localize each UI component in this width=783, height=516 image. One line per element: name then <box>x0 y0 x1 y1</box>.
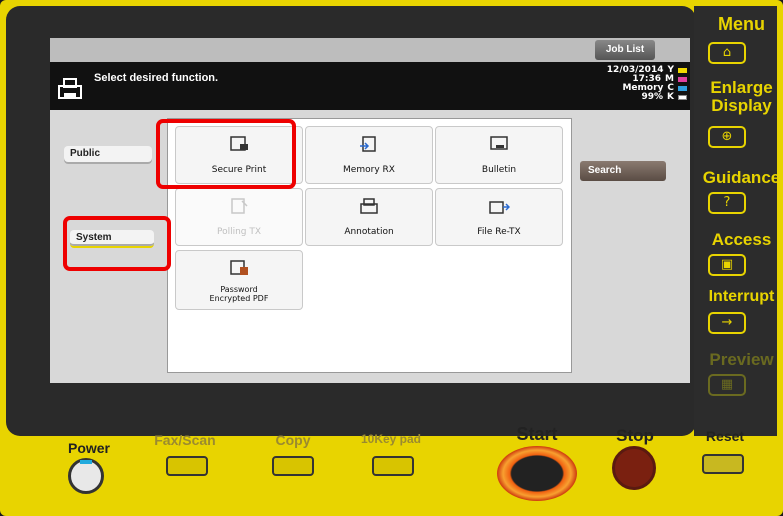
header-title: Select desired function. <box>94 72 219 84</box>
tile-label: File Re-TX <box>477 227 521 237</box>
job-list-button[interactable]: Job List <box>595 40 655 60</box>
annotation-icon <box>360 198 378 214</box>
zoom-icon[interactable]: ⊕ <box>708 126 746 148</box>
tile-bulletin[interactable]: Bulletin <box>435 126 563 184</box>
reset-label: Reset <box>705 428 745 444</box>
fax-scan-label: Fax/Scan <box>154 432 216 448</box>
tile-label: Polling TX <box>216 227 262 237</box>
toner-m-bar <box>678 77 687 82</box>
preview-label: Preview <box>709 350 774 369</box>
toner-c-bar <box>678 86 687 91</box>
menu-label: Menu <box>718 14 765 34</box>
printer-icon <box>58 78 82 99</box>
guidance-label: Guidance <box>702 168 781 187</box>
display-label: Display <box>711 96 772 115</box>
tile-label-line1: Password <box>220 285 258 294</box>
tile-encrypted-pdf[interactable]: Password Encrypted PDF <box>175 250 303 310</box>
copy-button[interactable] <box>272 456 314 476</box>
stop-label: Stop <box>616 426 654 445</box>
polling-tx-icon <box>231 198 248 214</box>
enlarge-label: Enlarge <box>710 78 773 97</box>
bulletin-icon <box>490 136 508 150</box>
highlight-system-tab <box>63 216 171 271</box>
tile-label: Annotation <box>344 227 394 237</box>
access-icon[interactable]: ▣ <box>708 254 746 276</box>
access-label: Access <box>711 230 772 249</box>
header-bar: Select desired function. 12/03/2014 Y 17… <box>50 62 690 110</box>
highlight-secure-print <box>156 119 296 189</box>
toner-k-bar <box>678 95 687 100</box>
power-label: Power <box>67 440 110 456</box>
memory-rx-icon <box>360 136 376 152</box>
memory-value: 99% <box>641 92 664 102</box>
copy-label: Copy <box>275 432 311 448</box>
tenkey-button[interactable] <box>372 456 414 476</box>
home-icon[interactable]: ⌂ <box>708 42 746 64</box>
fax-scan-button[interactable] <box>166 456 208 476</box>
memory-value-row: 99% K <box>641 93 687 102</box>
tile-label-line2: Encrypted PDF <box>209 294 269 303</box>
touch-screen: Job List Select desired function. 12/03/… <box>50 38 690 383</box>
interrupt-label: Interrupt <box>708 288 775 305</box>
power-indicator <box>80 460 92 464</box>
interrupt-icon[interactable]: → <box>708 312 746 334</box>
start-button[interactable] <box>497 446 577 501</box>
file-retx-icon <box>489 201 511 214</box>
top-strip <box>50 38 690 62</box>
search-button[interactable]: Search <box>580 161 666 181</box>
tile-annotation[interactable]: Annotation <box>305 188 433 246</box>
reset-button[interactable] <box>702 454 744 474</box>
stop-button[interactable] <box>612 446 656 490</box>
toner-k-label: K <box>667 92 674 102</box>
side-panel <box>694 6 777 436</box>
guidance-button[interactable]: ? <box>708 192 746 214</box>
tile-polling-tx[interactable]: Polling TX <box>175 188 303 246</box>
toner-y-bar <box>678 68 687 73</box>
status-area: 12/03/2014 Y 17:36 M Memory C 99% K <box>562 64 687 108</box>
preview-icon[interactable]: ▦ <box>708 374 746 396</box>
tab-public[interactable]: Public <box>64 146 152 164</box>
tile-label: Bulletin <box>481 165 517 175</box>
tile-label: Memory RX <box>343 165 395 175</box>
tile-file-retx[interactable]: File Re-TX <box>435 188 563 246</box>
tenkey-label: 10Key pad <box>360 432 422 446</box>
tile-memory-rx[interactable]: Memory RX <box>305 126 433 184</box>
start-label: Start <box>516 424 558 444</box>
encrypted-pdf-icon <box>230 260 248 275</box>
